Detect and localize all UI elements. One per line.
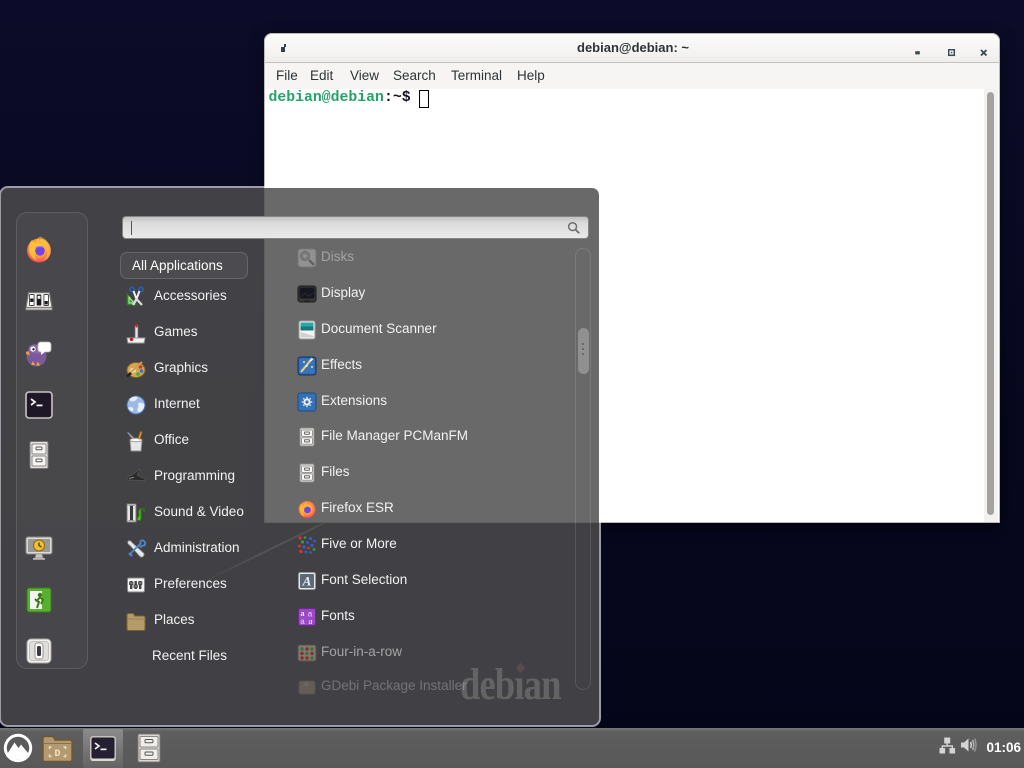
svg-text:D: D xyxy=(54,749,60,760)
svg-text:A: A xyxy=(302,573,312,588)
svg-text:a: a xyxy=(309,617,313,626)
svg-text:a: a xyxy=(300,617,305,626)
